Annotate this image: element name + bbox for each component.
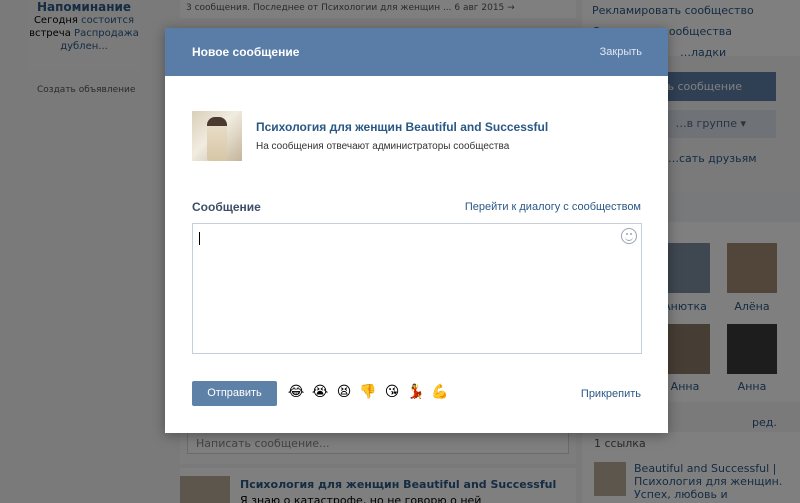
text-caret [199,232,200,245]
message-label: Сообщение [192,200,261,214]
emoji-tired-face-icon[interactable]: 😫 [335,383,353,401]
emoji-crying-icon[interactable]: 😭 [311,383,329,401]
dialog-title: Новое сообщение [192,45,300,59]
message-textarea[interactable] [192,223,642,354]
dialog-header: Новое сообщение Закрыть [165,28,668,76]
emoji-dancer-icon[interactable]: 💃 [407,383,425,401]
goto-dialog-link[interactable]: Перейти к диалогу с сообществом [465,201,641,213]
community-description: На сообщения отвечают администраторы соо… [256,141,510,152]
community-avatar[interactable] [192,111,242,161]
smile-icon[interactable] [621,228,637,244]
attach-button[interactable]: Прикрепить [581,388,641,400]
emoji-thumbs-down-icon[interactable]: 👎 [359,383,377,401]
community-name[interactable]: Психология для женщин Beautiful and Succ… [256,120,548,134]
emoji-flexed-biceps-icon[interactable]: 💪 [431,383,449,401]
avatar-figure [207,117,227,161]
new-message-dialog: Новое сообщение Закрыть Психология для ж… [165,28,668,433]
close-button[interactable]: Закрыть [600,46,642,58]
send-button[interactable]: Отправить [192,381,277,406]
emoji-tears-of-joy-icon[interactable]: 😂 [287,383,305,401]
emoji-kiss-icon[interactable]: 😘 [383,383,401,401]
